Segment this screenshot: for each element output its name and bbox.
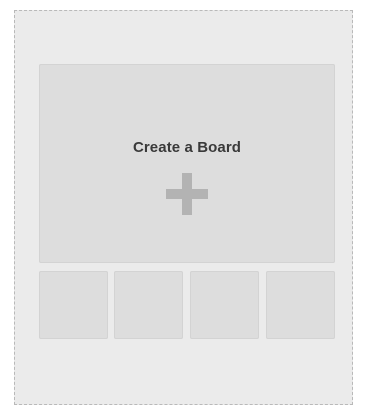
thumbnail-placeholder-4 [266, 271, 335, 339]
plus-icon [166, 173, 208, 215]
plus-icon-vertical-bar [182, 173, 192, 215]
create-board-card[interactable]: Create a Board [14, 10, 353, 405]
thumbnail-placeholder-2 [114, 271, 183, 339]
thumbnail-placeholder-1 [39, 271, 108, 339]
thumbnail-row [39, 271, 335, 339]
thumbnail-placeholder-3 [190, 271, 259, 339]
create-board-title: Create a Board [132, 139, 242, 156]
create-board-cover[interactable]: Create a Board [39, 64, 335, 263]
